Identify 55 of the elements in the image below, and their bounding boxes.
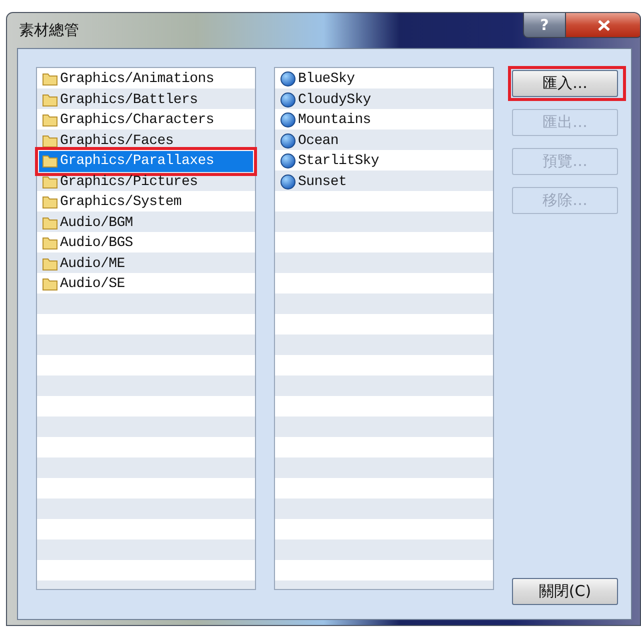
folder-icon [42, 277, 58, 292]
folder-item[interactable]: Audio/BGS [39, 233, 253, 254]
sphere-icon [280, 174, 296, 190]
file-item[interactable]: Ocean [277, 130, 491, 151]
folder-icon [42, 92, 58, 107]
action-button[interactable]: 匯入… [512, 70, 618, 97]
sphere-icon [280, 71, 296, 88]
folder-item[interactable]: Audio/SE [39, 274, 253, 294]
folder-item[interactable]: Audio/ME [39, 254, 253, 274]
folder-label: Audio/SE [60, 276, 125, 292]
window-title: 素材總管 [19, 21, 79, 40]
folder-icon [42, 113, 58, 128]
folder-label: Graphics/Pictures [60, 174, 198, 190]
folder-item[interactable]: Graphics/Pictures [39, 172, 253, 192]
folder-icon [42, 154, 58, 168]
folder-icon [42, 195, 58, 210]
folder-icon [42, 216, 58, 230]
sphere-icon [280, 112, 296, 128]
sphere-icon [280, 132, 296, 149]
close-icon [598, 20, 610, 30]
folder-label: Graphics/Parallaxes [60, 153, 214, 170]
close-dialog-button[interactable]: 關閉(C) [512, 578, 618, 605]
folder-label: Graphics/Faces [60, 132, 174, 149]
folder-label: Graphics/Characters [60, 112, 214, 128]
file-label: Sunset [298, 174, 347, 190]
folder-icon [42, 236, 58, 250]
file-item[interactable]: BlueSky [277, 69, 491, 90]
file-item[interactable]: StarlitSky [277, 151, 491, 172]
folder-label: Audio/BGM [60, 214, 133, 231]
file-label: CloudySky [298, 92, 371, 108]
file-item[interactable]: CloudySky [277, 90, 491, 110]
file-label: BlueSky [298, 71, 355, 88]
file-label: Ocean [298, 132, 339, 149]
folder-icon [42, 134, 58, 148]
close-button[interactable] [566, 13, 640, 38]
folder-item[interactable]: Audio/BGM [39, 212, 253, 233]
file-label: StarlitSky [298, 153, 380, 170]
folder-item[interactable]: Graphics/Characters [39, 110, 253, 130]
file-item[interactable]: Mountains [277, 110, 491, 130]
file-item[interactable]: Sunset [277, 172, 491, 192]
folder-label: Audio/ME [60, 256, 125, 272]
folder-label: Graphics/Battlers [60, 92, 198, 108]
sphere-icon [280, 92, 296, 108]
folder-label: Audio/BGS [60, 235, 133, 252]
sphere-icon [280, 153, 296, 170]
folder-item[interactable]: Graphics/Battlers [39, 90, 253, 110]
folder-icon [42, 72, 58, 86]
file-label: Mountains [298, 112, 371, 128]
folder-icon [42, 174, 58, 189]
folder-label: Graphics/System [60, 194, 182, 210]
folder-icon [42, 256, 58, 271]
folder-item[interactable]: Graphics/System [39, 192, 253, 212]
folder-item[interactable]: Graphics/Animations [39, 69, 253, 90]
folder-label: Graphics/Animations [60, 71, 214, 88]
folder-item[interactable]: Graphics/Faces [39, 130, 253, 151]
